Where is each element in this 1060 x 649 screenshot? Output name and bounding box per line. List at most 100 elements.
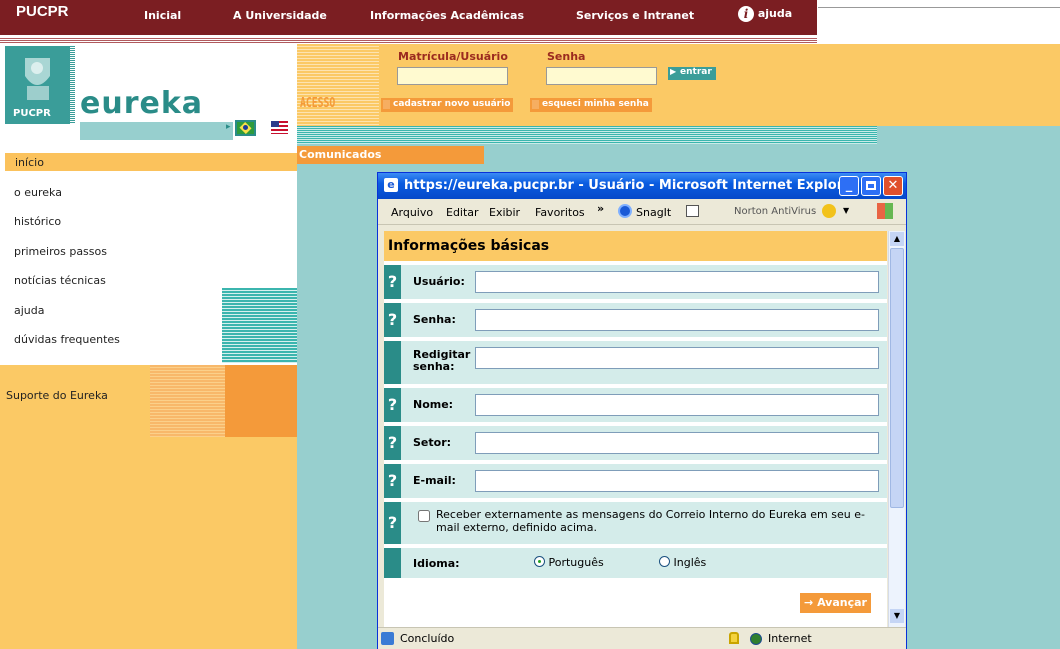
ie-vertical-scrollbar[interactable]: ▲ ▼ (888, 231, 905, 627)
norton-label[interactable]: Norton AntiVirus (734, 206, 816, 217)
nav-servicos-intranet[interactable]: Serviços e Intranet (576, 9, 694, 22)
nome-label: Nome: (413, 398, 454, 411)
idioma-label: Idioma: (413, 557, 460, 570)
ie-page-icon: e (384, 178, 398, 192)
redigitar-senha-input[interactable] (475, 347, 879, 369)
ie-content: Informações básicas ? Usuário: ? Senha: … (384, 231, 887, 627)
help-icon[interactable]: ? (384, 426, 401, 460)
close-button[interactable]: ✕ (883, 176, 903, 196)
help-icon[interactable]: ? (384, 265, 401, 299)
minimize-icon: _ (845, 178, 853, 193)
minimize-button[interactable]: _ (839, 176, 859, 196)
menu-o-eureka[interactable]: o eureka (14, 186, 62, 199)
brand-teal-bar (80, 122, 233, 140)
usa-flag-icon[interactable] (271, 121, 288, 134)
form-row-senha: ? Senha: (384, 303, 887, 337)
snagit-icon (618, 204, 632, 218)
ie-status-bar: Concluído Internet (378, 627, 906, 649)
zone-text: Internet (768, 632, 812, 645)
form-heading: Informações básicas (384, 231, 887, 261)
maximize-button[interactable] (861, 176, 881, 196)
help-icon[interactable]: ? (384, 303, 401, 337)
nav-informacoes-academicas[interactable]: Informações Acadêmicas (370, 9, 524, 22)
receive-external-checkbox[interactable] (418, 510, 430, 522)
pucpr-crest: PUCPR (5, 46, 70, 124)
top-navigation: PUCPR Inicial A Universidade Informações… (0, 0, 817, 44)
avancar-label: Avançar (817, 596, 867, 609)
email-label: E-mail: (413, 474, 456, 487)
entrar-button-label: entrar (680, 67, 712, 77)
suporte-eureka-link[interactable]: Suporte do Eureka (6, 389, 108, 402)
brazil-flag-icon[interactable] (235, 120, 256, 136)
snagit-window-icon[interactable] (686, 205, 699, 217)
user-input[interactable] (397, 67, 508, 85)
pucpr-nav-logo[interactable]: PUCPR (16, 3, 69, 20)
ie-menu-editar[interactable]: Editar (446, 206, 479, 219)
menu-active-highlight (5, 153, 297, 171)
password-label: Senha (547, 50, 586, 63)
help-icon[interactable]: ? (384, 502, 401, 544)
norton-dropdown-icon[interactable]: ▼ (843, 206, 849, 215)
scroll-up-icon[interactable]: ▲ (890, 232, 904, 246)
entrar-button[interactable]: ▶ entrar (668, 67, 716, 80)
entrar-arrow-icon: ▶ (670, 67, 677, 76)
radio-portugues[interactable]: Português (534, 556, 604, 569)
radio-selected-icon (534, 556, 545, 567)
top-right-line (818, 7, 1060, 8)
form-row-usuario: ? Usuário: (384, 265, 887, 299)
setor-label: Setor: (413, 436, 452, 449)
ie-window[interactable]: e https://eureka.pucpr.br - Usuário - Mi… (377, 172, 907, 649)
flag-arrow-icon: ▸ (226, 122, 231, 132)
acesso-stripes (297, 44, 379, 126)
scroll-thumb[interactable] (890, 248, 904, 508)
form-row-setor: ? Setor: (384, 426, 887, 460)
usuario-input[interactable] (475, 271, 879, 293)
avancar-button[interactable]: → Avançar (800, 593, 871, 613)
setor-input[interactable] (475, 432, 879, 454)
nav-underline (0, 38, 817, 43)
menu-duvidas-frequentes[interactable]: dúvidas frequentes (14, 333, 120, 346)
internet-globe-icon (750, 633, 762, 645)
form-row-nome: ? Nome: (384, 388, 887, 422)
menu-inicio[interactable]: início (15, 156, 44, 169)
radio-ingles[interactable]: Inglês (659, 556, 706, 569)
arrow-right-icon: → (804, 596, 814, 609)
nav-inicial[interactable]: Inicial (144, 9, 181, 22)
ie-menubar: Arquivo Editar Exibir Favoritos » SnagIt… (378, 199, 906, 225)
register-link[interactable]: cadastrar novo usuário (381, 98, 514, 112)
ie-chevron-icon[interactable]: » (597, 202, 604, 215)
ie-title-bar[interactable]: e https://eureka.pucpr.br - Usuário - Mi… (378, 173, 906, 199)
lock-icon (729, 632, 739, 644)
nav-ajuda[interactable]: i ajuda (738, 6, 792, 22)
ie-menu-arquivo[interactable]: Arquivo (391, 206, 433, 219)
menu-historico[interactable]: histórico (14, 215, 61, 228)
password-input[interactable] (546, 67, 657, 85)
orange-stripe-decoration (150, 365, 225, 437)
eureka-logo[interactable]: eureka (80, 86, 203, 121)
teal-decoration (222, 288, 297, 363)
email-input[interactable] (475, 470, 879, 492)
ie-menu-exibir[interactable]: Exibir (489, 206, 520, 219)
row-marker (384, 548, 401, 578)
nome-input[interactable] (475, 394, 879, 416)
register-link-label: cadastrar novo usuário (393, 99, 511, 109)
help-icon[interactable]: ? (384, 464, 401, 498)
snagit-label[interactable]: SnagIt (636, 206, 671, 219)
teal-strip-stripes (297, 126, 877, 144)
help-icon[interactable]: ? (384, 388, 401, 422)
forgot-password-link[interactable]: esqueci minha senha (530, 98, 652, 112)
user-label: Matrícula/Usuário (398, 50, 508, 63)
acesso-label: ACESSO (300, 96, 336, 111)
radio-empty-icon (659, 556, 670, 567)
scroll-down-icon[interactable]: ▼ (890, 609, 904, 623)
menu-primeiros-passos[interactable]: primeiros passos (14, 245, 107, 258)
forgot-password-label: esqueci minha senha (542, 99, 649, 109)
menu-ajuda[interactable]: ajuda (14, 304, 45, 317)
ie-title-text: https://eureka.pucpr.br - Usuário - Micr… (404, 178, 859, 193)
menu-noticias-tecnicas[interactable]: notícias técnicas (14, 274, 106, 287)
form-row-idioma: Idioma: Português Inglês (384, 548, 887, 578)
nav-universidade[interactable]: A Universidade (233, 9, 327, 22)
ie-menu-favoritos[interactable]: Favoritos (535, 206, 585, 219)
senha-input[interactable] (475, 309, 879, 331)
norton-icon[interactable] (822, 204, 836, 218)
